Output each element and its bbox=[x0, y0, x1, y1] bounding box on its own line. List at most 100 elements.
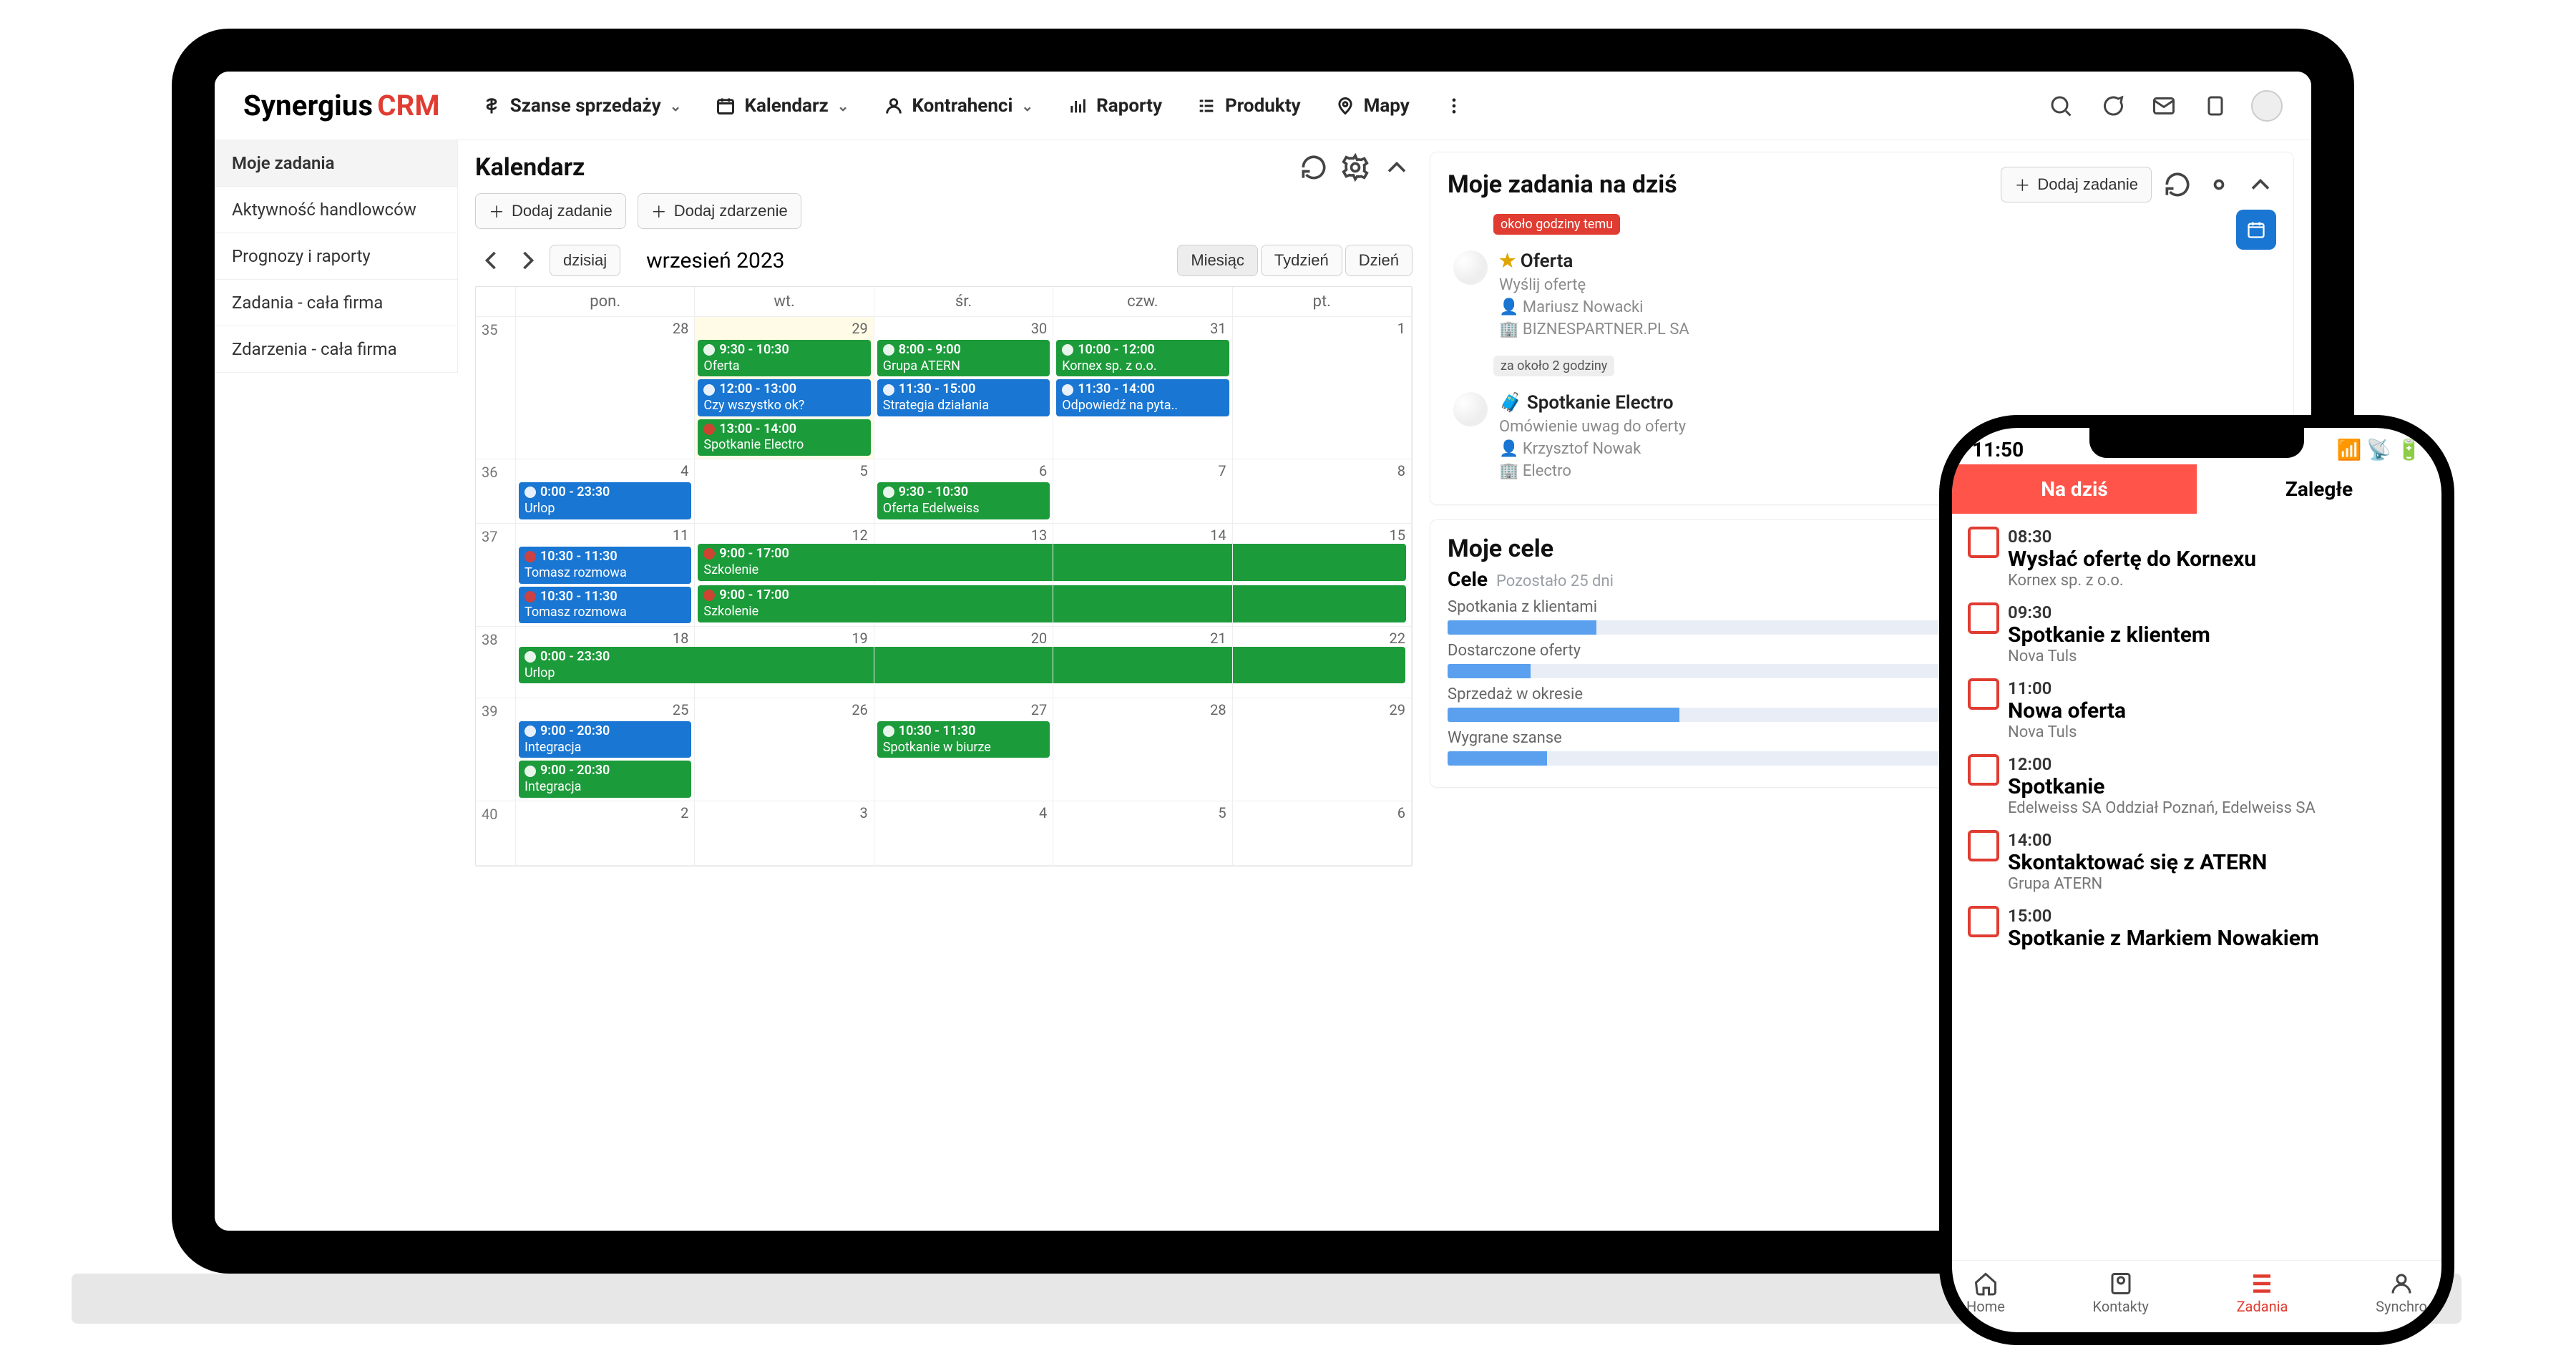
day-cell[interactable]: 6 9:30 - 10:30Oferta Edelweiss bbox=[874, 459, 1053, 524]
dow-mon: pon. bbox=[516, 287, 695, 317]
phone-task-sub: Grupa ATERN bbox=[2008, 875, 2267, 893]
day-cell[interactable]: 12 9:00 - 17:00Szkolenie 9:00 - 17:00Szk… bbox=[695, 524, 874, 627]
task-person[interactable]: 👤 Krzysztof Nowak bbox=[1499, 440, 1686, 458]
day-cell[interactable]: 25 9:00 - 20:30Integracja 9:00 - 20:30In… bbox=[516, 698, 695, 801]
day-cell[interactable]: 8 bbox=[1233, 459, 1412, 524]
mail-icon[interactable] bbox=[2148, 90, 2180, 122]
day-cell[interactable]: 18 0:00 - 23:30Urlop bbox=[516, 627, 695, 698]
day-cell[interactable]: 13 bbox=[874, 524, 1053, 627]
view-month[interactable]: Miesiąc bbox=[1177, 245, 1258, 276]
search-icon[interactable] bbox=[2045, 90, 2077, 122]
bnav-tasks[interactable]: Zadania bbox=[2237, 1271, 2288, 1315]
day-cell[interactable]: 28 bbox=[1053, 698, 1232, 801]
day-cell[interactable]: 5 bbox=[1053, 801, 1232, 866]
event-chip[interactable]: 9:30 - 10:30Oferta bbox=[698, 340, 870, 376]
nav-reports[interactable]: Raporty bbox=[1060, 89, 1169, 122]
collapse-icon[interactable] bbox=[2245, 169, 2276, 200]
top-nav: Szanse sprzedaży ⌄ Kalendarz ⌄ Kontrahen… bbox=[474, 89, 1471, 122]
phone-task[interactable]: 08:30Wysłać ofertę do KornexuKornex sp. … bbox=[1968, 527, 2426, 590]
day-cell[interactable]: 21 bbox=[1053, 627, 1232, 698]
bnav-contacts[interactable]: Kontakty bbox=[2093, 1271, 2149, 1315]
sidebar-item-forecasts[interactable]: Prognozy i raporty bbox=[215, 233, 457, 280]
sidebar-item-my-tasks[interactable]: Moje zadania bbox=[215, 140, 457, 187]
day-cell[interactable]: 14 bbox=[1053, 524, 1232, 627]
add-event-button[interactable]: ＋ Dodaj zdarzenie bbox=[638, 193, 801, 229]
nav-more[interactable] bbox=[1437, 90, 1471, 122]
refresh-icon[interactable] bbox=[2162, 169, 2193, 200]
nav-products[interactable]: Produkty bbox=[1189, 89, 1308, 122]
tasks-add-button[interactable]: ＋ Dodaj zadanie bbox=[2001, 167, 2152, 202]
nav-maps-label: Mapy bbox=[1364, 95, 1410, 117]
nav-calendar[interactable]: Kalendarz ⌄ bbox=[708, 89, 856, 122]
event-chip[interactable]: 10:30 - 11:30Tomasz rozmowa bbox=[519, 587, 691, 623]
sidebar-item-tasks-company[interactable]: Zadania - cała firma bbox=[215, 280, 457, 326]
day-cell[interactable]: 7 bbox=[1053, 459, 1232, 524]
today-button[interactable]: dzisiaj bbox=[550, 245, 620, 276]
day-cell[interactable]: 5 bbox=[695, 459, 874, 524]
task-company[interactable]: 🏢 Electro bbox=[1499, 462, 1686, 480]
phone-tab-over[interactable]: Zaległe bbox=[2197, 464, 2441, 514]
avatar[interactable] bbox=[2251, 90, 2283, 122]
event-chip[interactable]: 11:30 - 15:00Strategia działania bbox=[877, 379, 1050, 416]
chat-icon[interactable] bbox=[2097, 90, 2128, 122]
day-cell[interactable]: 29 9:30 - 10:30Oferta 12:00 - 13:00Czy w… bbox=[695, 317, 874, 459]
brand: SynergiusCRM bbox=[243, 89, 440, 122]
prev-month-button[interactable] bbox=[475, 245, 507, 276]
event-chip[interactable]: 13:00 - 14:00Spotkanie Electro bbox=[698, 419, 870, 456]
add-task-button[interactable]: ＋ Dodaj zadanie bbox=[475, 193, 626, 229]
event-chip[interactable]: 9:30 - 10:30Oferta Edelweiss bbox=[877, 482, 1050, 519]
phone-task[interactable]: 09:30Spotkanie z klientemNova Tuls bbox=[1968, 602, 2426, 665]
event-chip[interactable]: 9:00 - 20:30Integracja bbox=[519, 721, 691, 758]
bnav-home[interactable]: Home bbox=[1966, 1271, 2005, 1315]
bnav-sync[interactable]: Synchro bbox=[2376, 1271, 2427, 1315]
day-cell[interactable]: 20 bbox=[874, 627, 1053, 698]
day-cell[interactable]: 4 0:00 - 23:30Urlop bbox=[516, 459, 695, 524]
day-cell[interactable]: 2 bbox=[516, 801, 695, 866]
day-cell[interactable]: 29 bbox=[1233, 698, 1412, 801]
day-cell[interactable]: 15 bbox=[1233, 524, 1412, 627]
sidebar-item-activity[interactable]: Aktywność handlowców bbox=[215, 187, 457, 233]
day-cell[interactable]: 26 bbox=[695, 698, 874, 801]
event-chip[interactable]: 0:00 - 23:30Urlop bbox=[519, 482, 691, 519]
day-cell[interactable]: 28 bbox=[516, 317, 695, 459]
view-week[interactable]: Tydzień bbox=[1261, 245, 1342, 276]
open-calendar-button[interactable] bbox=[2236, 210, 2276, 250]
phone-task[interactable]: 12:00SpotkanieEdelweiss SA Oddział Pozna… bbox=[1968, 754, 2426, 817]
refresh-icon[interactable] bbox=[1298, 152, 1330, 183]
clipboard-icon[interactable] bbox=[2200, 90, 2231, 122]
event-chip[interactable]: 12:00 - 13:00Czy wszystko ok? bbox=[698, 379, 870, 416]
event-chip[interactable]: 10:30 - 11:30Spotkanie w biurze bbox=[877, 721, 1050, 758]
event-chip[interactable]: 10:30 - 11:30Tomasz rozmowa bbox=[519, 547, 691, 583]
day-cell[interactable]: 31 10:00 - 12:00Kornex sp. z o.o. 11:30 … bbox=[1053, 317, 1232, 459]
sidebar-item-events-company[interactable]: Zdarzenia - cała firma bbox=[215, 326, 457, 373]
task-person[interactable]: 👤 Mariusz Nowacki bbox=[1499, 298, 1689, 316]
day-cell[interactable]: 6 bbox=[1233, 801, 1412, 866]
event-chip[interactable]: 11:30 - 14:00Odpowiedź na pyta.. bbox=[1056, 379, 1229, 416]
gear-icon[interactable] bbox=[2203, 169, 2235, 200]
nav-sales[interactable]: Szanse sprzedaży ⌄ bbox=[474, 89, 689, 122]
phone-task[interactable]: 15:00Spotkanie z Markiem Nowakiem bbox=[1968, 906, 2426, 951]
next-month-button[interactable] bbox=[512, 245, 544, 276]
day-cell[interactable]: 22 bbox=[1233, 627, 1412, 698]
event-chip[interactable]: 9:00 - 20:30Integracja bbox=[519, 761, 691, 797]
task-row[interactable]: ★ Oferta Wyślij ofertę 👤 Mariusz Nowacki… bbox=[1448, 240, 2223, 348]
event-chip[interactable]: 8:00 - 9:00Grupa ATERN bbox=[877, 340, 1050, 376]
day-cell[interactable]: 4 bbox=[874, 801, 1053, 866]
day-cell[interactable]: 11 10:30 - 11:30Tomasz rozmowa 10:30 - 1… bbox=[516, 524, 695, 627]
day-cell[interactable]: 30 8:00 - 9:00Grupa ATERN 11:30 - 15:00S… bbox=[874, 317, 1053, 459]
day-cell[interactable]: 3 bbox=[695, 801, 874, 866]
collapse-icon[interactable] bbox=[1381, 152, 1413, 183]
nav-contractors[interactable]: Kontrahenci ⌄ bbox=[877, 89, 1041, 122]
phone-task[interactable]: 11:00Nowa ofertaNova Tuls bbox=[1968, 678, 2426, 741]
event-chip[interactable]: 10:00 - 12:00Kornex sp. z o.o. bbox=[1056, 340, 1229, 376]
nav-maps[interactable]: Mapy bbox=[1328, 89, 1417, 122]
day-cell[interactable]: 19 bbox=[695, 627, 874, 698]
view-day[interactable]: Dzień bbox=[1345, 245, 1413, 276]
day-cell[interactable]: 27 10:30 - 11:30Spotkanie w biurze bbox=[874, 698, 1053, 801]
dow-thu: czw. bbox=[1053, 287, 1232, 317]
phone-task[interactable]: 14:00Skontaktować się z ATERNGrupa ATERN bbox=[1968, 830, 2426, 893]
day-cell[interactable]: 1 bbox=[1233, 317, 1412, 459]
task-company[interactable]: 🏢 BIZNESPARTNER.PL SA bbox=[1499, 321, 1689, 338]
gear-icon[interactable] bbox=[1340, 152, 1371, 183]
phone-tab-today[interactable]: Na dziś bbox=[1952, 464, 2197, 514]
